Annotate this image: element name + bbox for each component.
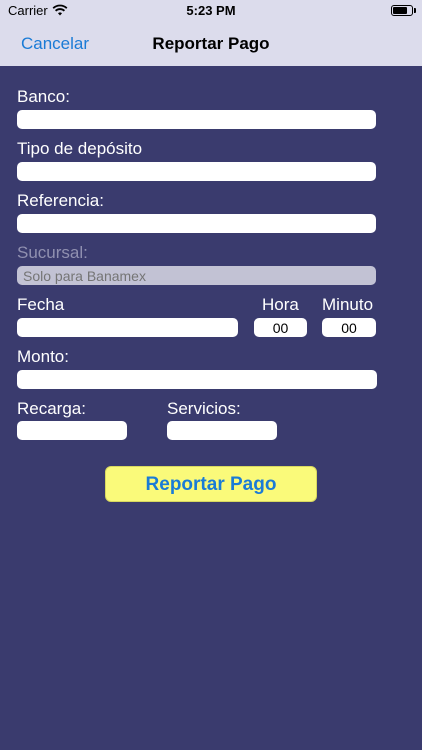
minuto-label: Minuto (322, 295, 374, 314)
recarga-field[interactable] (17, 421, 127, 440)
servicios-label: Servicios: (167, 399, 241, 418)
hora-field[interactable] (254, 318, 307, 337)
tipo-deposito-field[interactable] (17, 162, 376, 181)
battery-cap (414, 8, 416, 13)
servicios-field[interactable] (167, 421, 277, 440)
banco-label: Banco: (17, 87, 70, 106)
sucursal-label: Sucursal: (17, 243, 88, 262)
battery-icon (391, 5, 413, 16)
fecha-label: Fecha (17, 295, 65, 314)
tipo-deposito-label: Tipo de depósito (17, 139, 143, 158)
page-title: Reportar Pago (152, 34, 270, 53)
navigation-bar: Cancelar Reportar Pago (0, 22, 422, 66)
recarga-label: Recarga: (17, 399, 86, 418)
sucursal-field (17, 266, 376, 285)
fecha-field[interactable] (17, 318, 238, 337)
hora-label: Hora (262, 295, 299, 314)
monto-field[interactable] (17, 370, 377, 389)
banco-field[interactable] (17, 110, 376, 129)
minuto-field[interactable] (322, 318, 376, 337)
reportar-pago-button[interactable]: Reportar Pago (105, 466, 317, 502)
status-bar: Carrier 5:23 PM (0, 0, 422, 22)
clock: 5:23 PM (186, 3, 236, 18)
referencia-label: Referencia: (17, 191, 104, 210)
referencia-field[interactable] (17, 214, 376, 233)
monto-label: Monto: (17, 347, 69, 366)
